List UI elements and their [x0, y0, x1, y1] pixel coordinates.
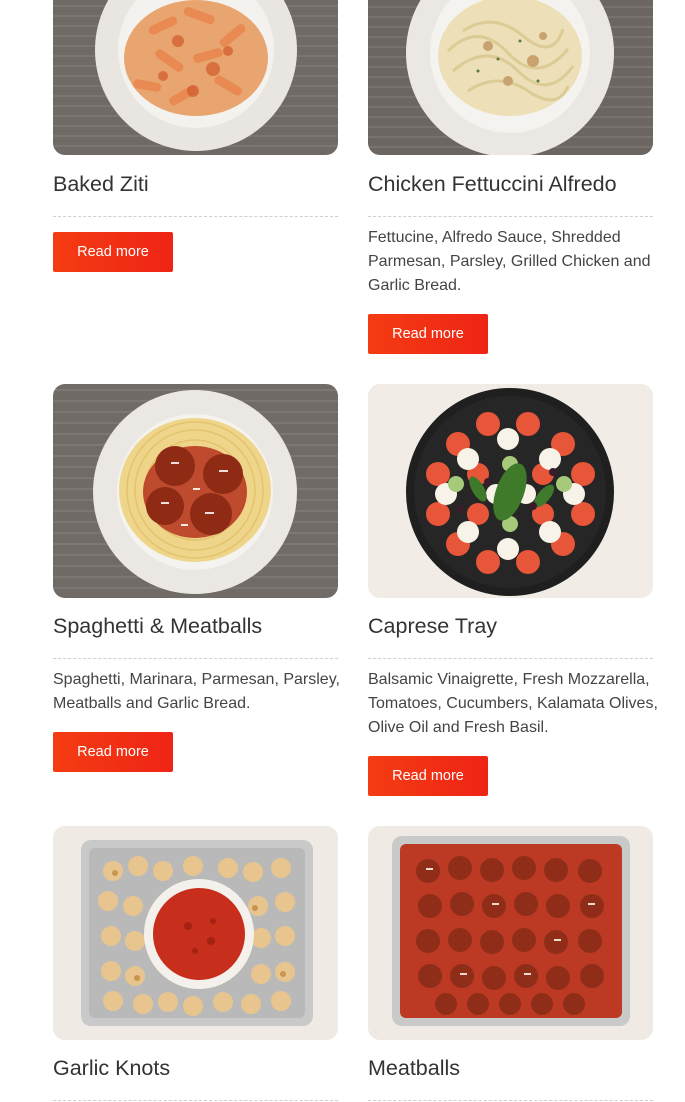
fettuccini-photo-icon: [368, 0, 653, 155]
divider: [368, 1100, 653, 1101]
item-description: Spaghetti, Marinara, Parmesan, Parsley, …: [53, 671, 340, 712]
baked-ziti-image[interactable]: [53, 0, 338, 155]
spaghetti-meatballs-image[interactable]: [53, 384, 338, 598]
meatballs-photo-icon: [368, 826, 653, 1040]
read-more-button[interactable]: Read more: [53, 232, 173, 272]
divider: [53, 658, 338, 659]
spaghetti-photo-icon: [53, 384, 338, 598]
item-description: Fettucine, Alfredo Sauce, Shredded Parme…: [368, 229, 651, 294]
item-title: Meatballs: [368, 1056, 461, 1080]
baked-ziti-photo-icon: [53, 0, 338, 155]
divider: [53, 216, 338, 217]
caprese-tray-image[interactable]: [368, 384, 653, 598]
item-title: Chicken Fettuccini Alfredo: [368, 172, 617, 196]
meatballs-image[interactable]: [368, 826, 653, 1040]
caprese-photo-icon: [368, 384, 653, 598]
divider: [368, 658, 653, 659]
chicken-fettuccini-alfredo-image[interactable]: [368, 0, 653, 155]
divider: [53, 1100, 338, 1101]
read-more-button[interactable]: Read more: [368, 314, 488, 354]
item-description: Balsamic Vinaigrette, Fresh Mozzarella, …: [368, 671, 658, 736]
item-title: Garlic Knots: [53, 1056, 171, 1080]
item-title: Spaghetti & Meatballs: [53, 614, 263, 638]
divider: [368, 216, 653, 217]
garlic-knots-image[interactable]: [53, 826, 338, 1040]
item-title: Caprese Tray: [368, 614, 498, 638]
item-title: Baked Ziti: [53, 172, 149, 196]
garlic-knots-photo-icon: [53, 826, 338, 1040]
read-more-button[interactable]: Read more: [368, 756, 488, 796]
read-more-button[interactable]: Read more: [53, 732, 173, 772]
